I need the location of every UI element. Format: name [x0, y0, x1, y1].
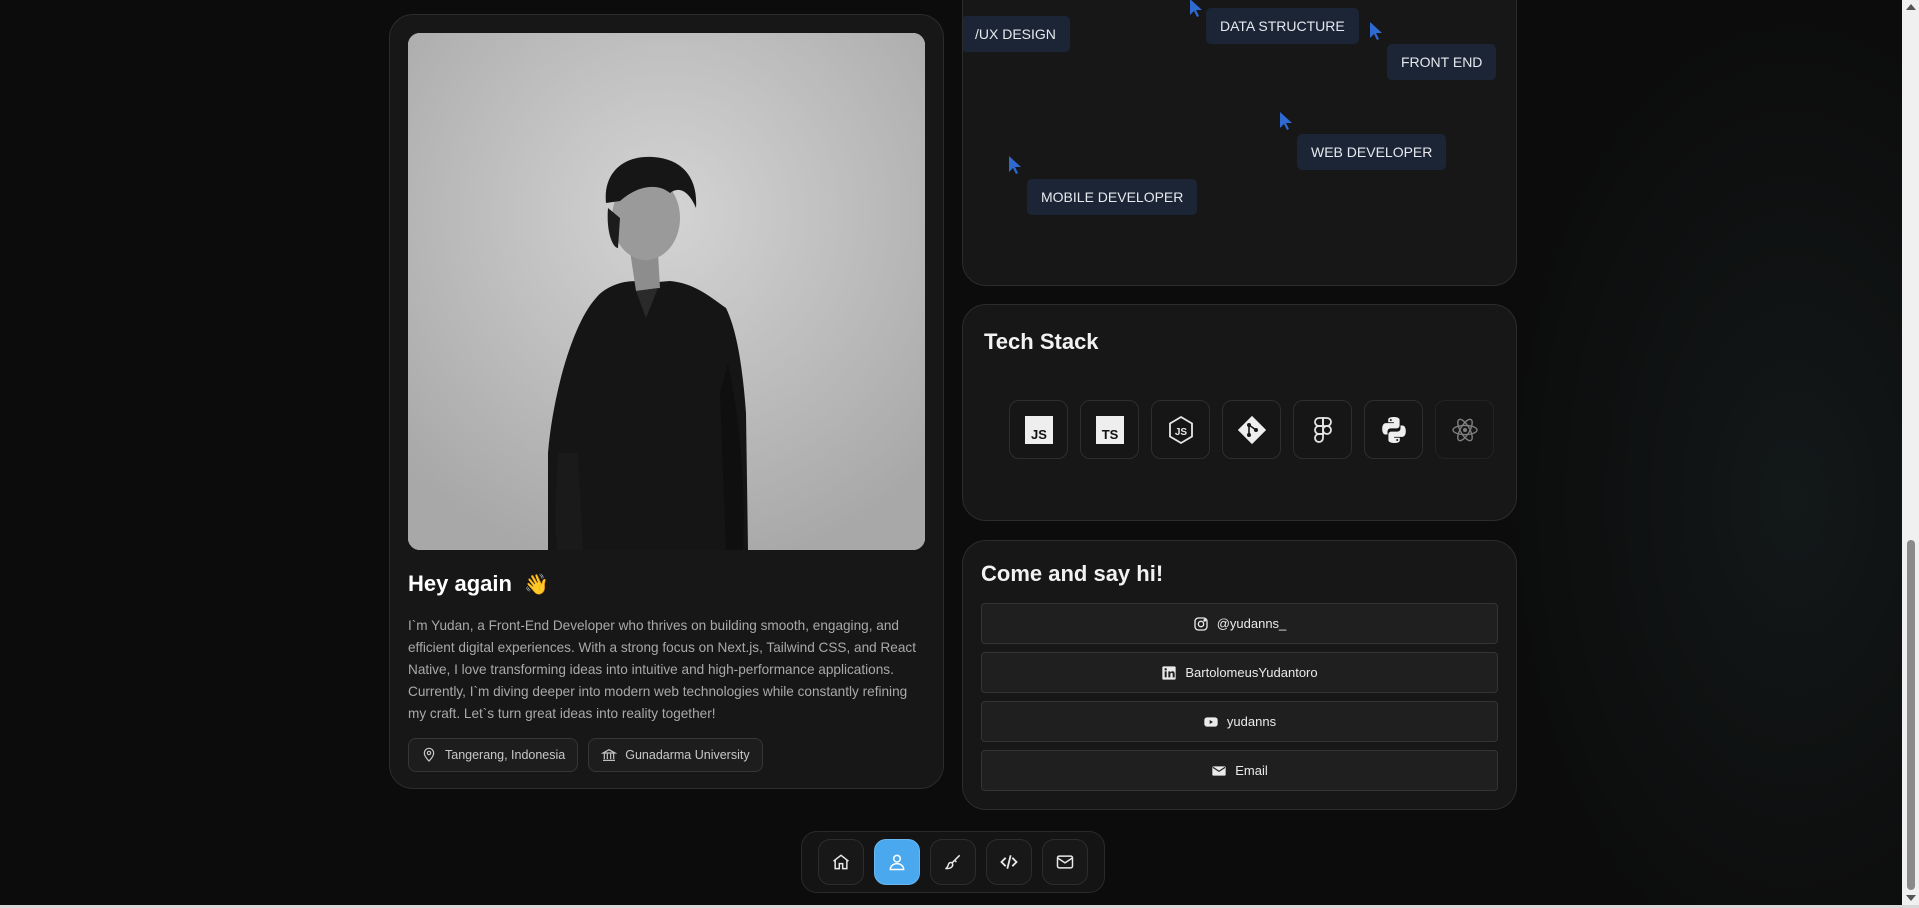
- instagram-link[interactable]: @yudanns_: [981, 603, 1498, 644]
- portrait-photo: [408, 33, 925, 550]
- tech-tile-git[interactable]: [1222, 400, 1281, 459]
- linkedin-name: BartolomeusYudantoro: [1185, 665, 1318, 680]
- tech-stack-row: JS TS JS: [1009, 400, 1494, 459]
- react-icon: [1451, 418, 1478, 441]
- youtube-channel: yudanns: [1226, 714, 1277, 729]
- skill-tag: /UX DESIGN: [963, 16, 1070, 52]
- contact-card: Come and say hi! @yudanns_ BartolomeusYu…: [962, 540, 1517, 810]
- svg-text:JS: JS: [1031, 427, 1047, 442]
- mail-icon: [1056, 855, 1074, 869]
- tech-tile-react[interactable]: [1435, 400, 1494, 459]
- cursor-icon: [1370, 22, 1382, 40]
- tech-stack-title: Tech Stack: [984, 329, 1099, 354]
- mail-icon: [1212, 765, 1226, 776]
- cursor-icon: [1190, 0, 1202, 17]
- youtube-link[interactable]: yudanns: [981, 701, 1498, 742]
- tech-tile-typescript[interactable]: TS: [1080, 400, 1139, 459]
- contact-list: @yudanns_ BartolomeusYudantoro yudanns E…: [981, 603, 1498, 791]
- linkedin-icon: [1162, 665, 1177, 680]
- location-chip: Tangerang, Indonesia: [408, 738, 579, 772]
- dock-about-button[interactable]: [874, 839, 920, 885]
- instagram-handle: @yudanns_: [1216, 616, 1287, 631]
- svg-text:JS: JS: [1174, 427, 1187, 438]
- profile-chips: Tangerang, Indonesia Gunadarma Universit…: [408, 738, 763, 772]
- python-icon: [1381, 416, 1406, 443]
- skill-tag: DATA STRUCTURE: [1206, 8, 1359, 44]
- dock-code-button[interactable]: [986, 839, 1032, 885]
- greeting-text: Hey again: [408, 571, 512, 596]
- dock-contact-button[interactable]: [1042, 839, 1088, 885]
- instagram-icon: [1194, 616, 1208, 631]
- location-text: Tangerang, Indonesia: [445, 748, 566, 762]
- tech-tile-python[interactable]: [1364, 400, 1423, 459]
- institution-icon: [601, 748, 618, 761]
- home-icon: [833, 854, 849, 870]
- dock-design-button[interactable]: [930, 839, 976, 885]
- tech-stack-card: Tech Stack JS TS JS: [962, 304, 1517, 521]
- skills-card: /UX DESIGN DATA STRUCTURE FRONT END WEB …: [962, 0, 1517, 286]
- profile-card: Hey again 👋 I`m Yudan, a Front-End Devel…: [389, 14, 944, 789]
- email-link[interactable]: Email: [981, 750, 1498, 791]
- nodejs-icon: JS: [1168, 415, 1193, 444]
- skill-tag: MOBILE DEVELOPER: [1027, 179, 1198, 215]
- git-icon: [1237, 415, 1266, 444]
- user-icon: [889, 854, 905, 871]
- youtube-icon: [1204, 716, 1218, 727]
- typescript-icon: TS: [1095, 415, 1124, 444]
- university-text: Gunadarma University: [625, 748, 750, 762]
- bottom-dock-nav: [801, 831, 1105, 893]
- tech-tile-figma[interactable]: [1293, 400, 1352, 459]
- skill-tag: FRONT END: [1387, 44, 1497, 80]
- scrollbar-thumb[interactable]: [1907, 540, 1915, 890]
- email-label: Email: [1235, 763, 1268, 778]
- university-chip: Gunadarma University: [588, 738, 763, 772]
- scroll-up-arrow-icon[interactable]: [1906, 4, 1916, 10]
- cursor-icon: [1280, 112, 1292, 130]
- cursor-icon: [1009, 156, 1021, 174]
- scroll-down-arrow-icon[interactable]: [1906, 895, 1916, 901]
- wave-hand-icon: 👋: [524, 574, 549, 596]
- profile-photo: [408, 33, 925, 550]
- tech-tile-javascript[interactable]: JS: [1009, 400, 1068, 459]
- tech-tile-nodejs[interactable]: JS: [1151, 400, 1210, 459]
- figma-icon: [1313, 416, 1332, 443]
- skill-tag: WEB DEVELOPER: [1297, 134, 1447, 170]
- brush-icon: [945, 854, 961, 870]
- bio-paragraph: I`m Yudan, a Front-End Developer who thr…: [408, 618, 917, 721]
- location-pin-icon: [423, 747, 435, 762]
- dock-home-button[interactable]: [818, 839, 864, 885]
- linkedin-link[interactable]: BartolomeusYudantoro: [981, 652, 1498, 693]
- contact-title: Come and say hi!: [981, 561, 1164, 586]
- code-icon: [1000, 855, 1018, 869]
- greeting-heading: Hey again 👋: [408, 571, 549, 597]
- background-glow: [1500, 0, 1919, 908]
- svg-text:TS: TS: [1101, 427, 1118, 442]
- javascript-icon: JS: [1024, 415, 1053, 444]
